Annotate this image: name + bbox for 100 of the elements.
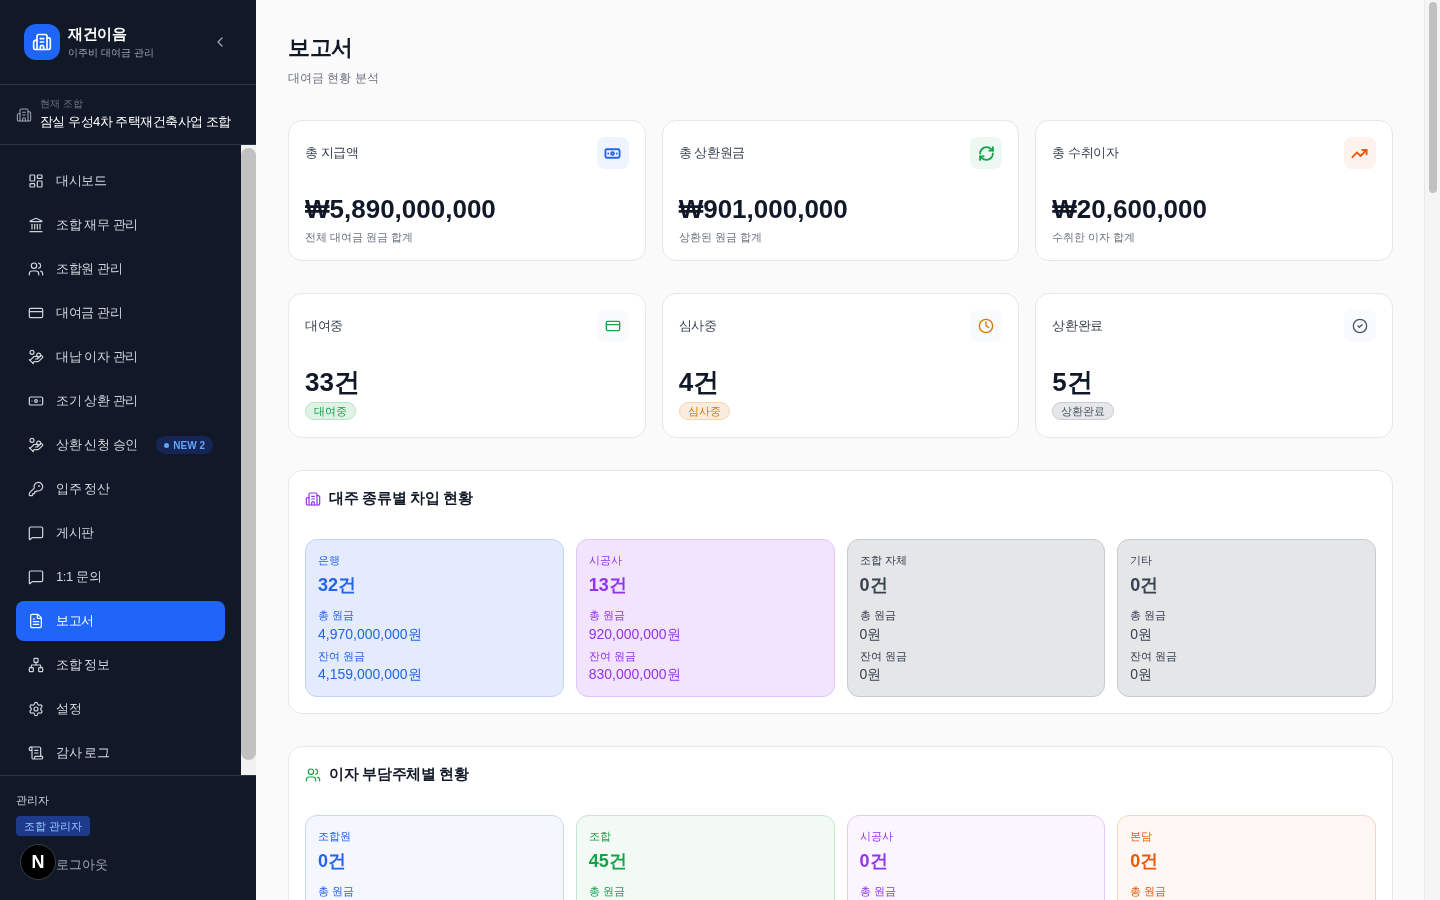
nav-item[interactable]: 조합원 관리 [16,249,225,289]
remaining-value: 0원 [859,665,883,684]
banknote-icon [28,393,44,409]
total-label: 총 원금 [588,608,626,623]
category-label: 조합 [588,829,612,844]
trending-up-icon [1344,137,1376,169]
panel-title: 대주 종류별 차입 현황 [329,489,473,509]
role-label: 관리자 [16,793,49,808]
document-icon [28,613,44,629]
category-label: 본담 [1130,829,1154,844]
card-value: 33건 [305,366,361,398]
n-logo-button[interactable]: N [20,844,56,880]
status-tag: 대여중 [305,402,356,420]
remaining-label: 잔여 원금 [1130,649,1179,664]
page-subtitle: 대여금 현황 분석 [288,70,380,87]
card-value: 4건 [678,366,721,398]
nav-item[interactable]: 조기 상환 관리 [16,381,225,421]
banknote-icon [596,137,629,169]
remaining-value: 830,000,000원 [588,665,682,684]
card-title: 상환완료 [1052,317,1103,336]
category-count: 45건 [588,850,628,873]
scrollbar-thumb[interactable] [1428,2,1437,193]
category-label: 은행 [318,553,341,568]
building-icon [16,106,32,123]
panel-title: 이자 부담주체별 현황 [329,765,469,785]
nav-item[interactable]: 입주 정산 [16,469,225,509]
category-label: 조합 자체 [859,553,908,568]
nav-item[interactable]: 게시판 [16,513,225,553]
nav-item[interactable]: 대여금 관리 [16,293,225,333]
total-label: 총 원금 [318,608,356,623]
credit-card-icon [28,305,44,321]
nav-item[interactable]: 조합 정보 [16,645,225,685]
card-caption: 상환된 원금 합계 [678,230,763,245]
bank-icon [28,217,44,233]
status-tag: 상환완료 [1052,402,1115,420]
hand-coins-icon [28,349,44,365]
category-count: 0건 [318,850,347,873]
layout-grid-icon [28,173,44,189]
app-tagline: 이주비 대여금 관리 [68,45,154,60]
new-count-label: NEW 2 [173,438,205,453]
building-icon [305,491,321,507]
building-logo-icon [24,24,60,60]
nav-item[interactable]: 대시보드 [16,161,225,201]
card-title: 심사중 [678,317,717,336]
settings-icon [28,701,44,717]
total-label: 총 원금 [859,884,897,899]
speech-bubble-icon [28,569,44,585]
total-value: 920,000,000원 [588,625,682,644]
category-count: 32건 [318,574,358,597]
card-title: 대여중 [305,317,343,336]
total-label: 총 원금 [1130,884,1168,899]
category-count: 0건 [859,574,889,597]
card-caption: 수취한 이자 합계 [1052,230,1137,245]
hierarchy-icon [28,657,44,673]
union-caption: 현재 조합 [40,97,84,110]
total-label: 총 원금 [1130,608,1168,623]
category-count: 13건 [588,574,628,597]
status-tag: 심사중 [678,402,730,420]
hand-coins-icon [28,437,44,453]
category-label: 기타 [1130,553,1154,568]
nav-item[interactable]: 대납 이자 관리 [16,337,225,377]
category-label: 조합원 [318,829,352,844]
total-value: 0원 [859,625,883,644]
total-label: 총 원금 [318,884,356,899]
card-title: 총 수취이자 [1052,144,1119,163]
card-value: ₩5,890,000,000 [305,193,497,225]
scroll-icon [28,745,44,761]
remaining-label: 잔여 원금 [859,649,908,664]
card-title: 총 지급액 [305,144,359,163]
card-value: ₩901,000,000 [678,193,849,225]
category-count: 0건 [1130,850,1160,873]
remaining-value: 4,159,000,000원 [318,665,423,684]
union-name: 잠실 우성4차 주택재건축사업 조합 [40,112,231,131]
card-caption: 전체 대여금 원금 합계 [305,230,415,245]
users-icon [305,767,321,783]
nav-item[interactable]: 보고서 [16,601,225,641]
remaining-label: 잔여 원금 [588,649,637,664]
card-value: ₩20,600,000 [1052,193,1208,225]
users-icon [28,261,44,277]
card-value: 5건 [1052,366,1094,398]
nav-item[interactable]: 설정 [16,689,225,729]
category-label: 시공사 [588,553,623,568]
key-icon [28,481,44,497]
category-label: 시공사 [859,829,894,844]
nav-item[interactable]: 상환 신청 승인 NEW 2 [16,425,225,465]
card-title: 총 상환원금 [678,144,745,163]
category-count: 0건 [859,850,889,873]
speech-bubble-icon [28,525,44,541]
remaining-value: 0원 [1130,665,1154,684]
nav-item[interactable]: 1:1 문의 [16,557,225,597]
refresh-icon [970,137,1003,169]
remaining-label: 잔여 원금 [318,649,367,664]
nav-item[interactable]: 감사 로그 [16,733,225,773]
role-tag: 조합 관리자 [16,816,91,836]
total-value: 4,970,000,000원 [318,625,423,644]
app-name: 재건이음 [68,23,128,44]
nav-item[interactable]: 조합 재무 관리 [16,205,225,245]
total-label: 총 원금 [859,608,897,623]
total-value: 0원 [1130,625,1154,644]
category-count: 0건 [1130,574,1160,597]
